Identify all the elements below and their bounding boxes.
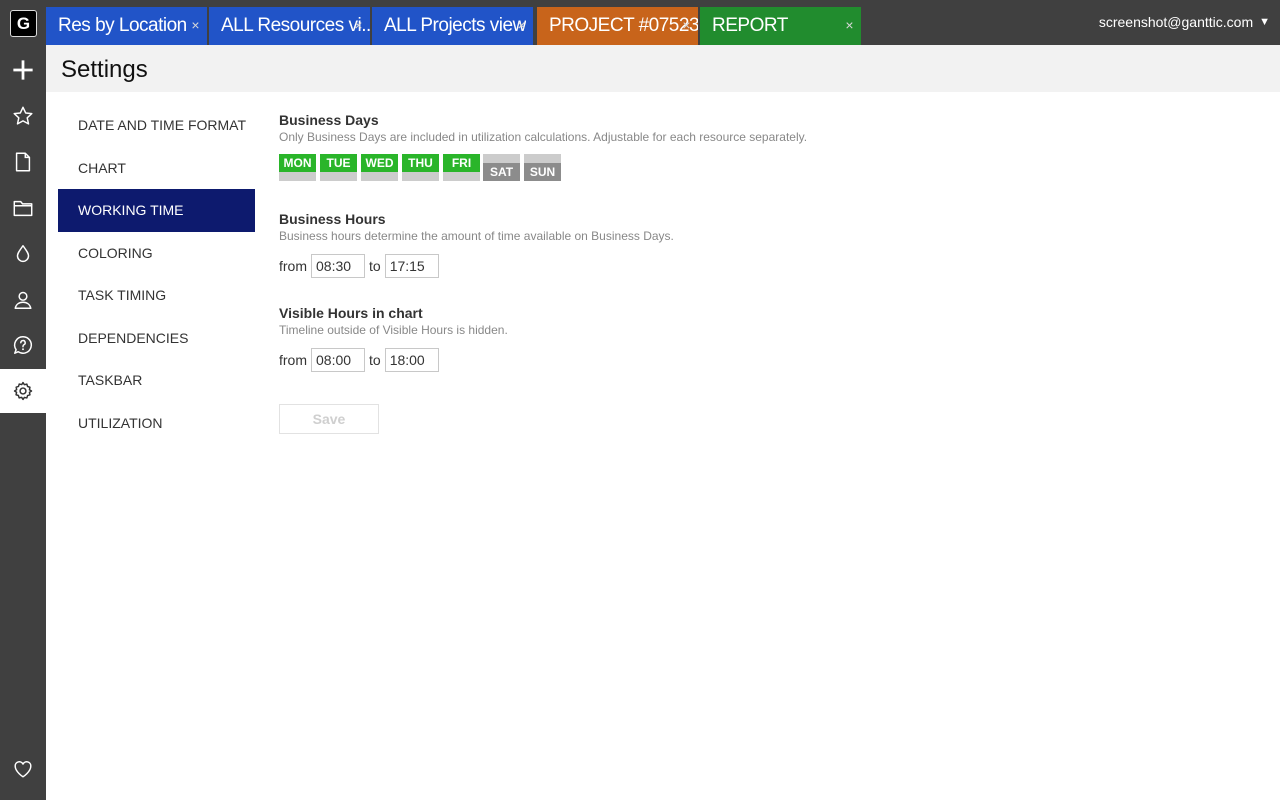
documents-button[interactable] [0,140,46,184]
tab-report[interactable]: REPORT × [700,7,861,45]
tab-label: ALL Resources vi... [221,15,370,36]
side-rail: G [0,0,46,800]
to-label: to [369,352,381,368]
day-toggle-sun[interactable]: SUN [524,154,561,181]
business-hours-range: from to [279,254,439,278]
business-hours-to-input[interactable] [384,254,439,278]
close-icon[interactable]: × [517,17,525,33]
from-label: from [279,258,307,274]
day-label: SUN [524,163,561,181]
section-description: Timeline outside of Visible Hours is hid… [279,323,508,337]
section-title: Business Hours [279,211,386,227]
section-description: Only Business Days are included in utili… [279,130,808,144]
tab-bar: Res by Location × ALL Resources vi... × … [46,0,1280,45]
to-label: to [369,258,381,274]
page-header: Settings [46,45,1280,92]
day-toggle-thu[interactable]: THU [402,154,439,181]
day-label: FRI [443,154,480,172]
day-toggle-sat[interactable]: SAT [483,154,520,181]
day-toggle-fri[interactable]: FRI [443,154,480,181]
close-icon[interactable]: × [845,17,853,33]
nav-item-taskbar[interactable]: TASKBAR [58,359,255,402]
tab-all-resources[interactable]: ALL Resources vi... × [209,7,370,45]
folder-icon [13,200,33,217]
tab-label: ALL Projects view [384,15,526,36]
resources-button[interactable] [0,278,46,322]
visible-hours-from-input[interactable] [311,348,365,372]
day-label: THU [402,154,439,172]
section-description: Business hours determine the amount of t… [279,229,674,243]
business-hours-from-input[interactable] [311,254,365,278]
help-button[interactable] [0,323,46,367]
nav-item-dependencies[interactable]: DEPENDENCIES [58,317,255,360]
from-label: from [279,352,307,368]
nav-item-task-timing[interactable]: TASK TIMING [58,274,255,317]
plus-icon [13,60,33,80]
user-email: screenshot@ganttic.com [1098,14,1254,30]
document-icon [15,152,31,172]
section-title: Business Days [279,112,379,128]
visible-hours-range: from to [279,348,439,372]
colors-button[interactable] [0,232,46,276]
nav-item-coloring[interactable]: COLORING [58,232,255,275]
day-label: WED [361,154,398,172]
day-toggle-tue[interactable]: TUE [320,154,357,181]
nav-item-chart[interactable]: CHART [58,147,255,190]
gear-icon [13,381,33,401]
page-title: Settings [61,56,148,83]
user-menu[interactable]: screenshot@ganttic.com ▼ [1099,14,1270,30]
add-button[interactable] [0,48,46,92]
close-icon[interactable]: × [191,17,199,33]
tab-label: PROJECT #07523 [549,15,698,36]
day-toggle-mon[interactable]: MON [279,154,316,181]
app-logo[interactable]: G [10,10,37,37]
business-hours-section: Business Hours Business hours determine … [279,211,674,243]
projects-button[interactable] [0,186,46,230]
help-icon [13,336,33,354]
drop-icon [16,245,30,262]
tab-res-by-location[interactable]: Res by Location × [46,7,207,45]
day-toggle-wed[interactable]: WED [361,154,398,181]
close-icon[interactable]: × [354,17,362,33]
close-icon[interactable]: × [682,17,690,33]
visible-hours-to-input[interactable] [384,348,439,372]
settings-button[interactable] [0,369,46,413]
chevron-down-icon: ▼ [1259,16,1270,28]
day-label: MON [279,154,316,172]
section-title: Visible Hours in chart [279,305,423,321]
user-icon [14,291,32,309]
favorite-button[interactable] [0,747,46,791]
heart-icon [14,761,32,778]
star-icon [13,106,33,125]
business-days-section: Business Days Only Business Days are inc… [279,112,807,144]
nav-item-date-and-time-format[interactable]: DATE AND TIME FORMAT [58,104,255,147]
favorites-button[interactable] [0,94,46,138]
settings-nav: DATE AND TIME FORMAT CHART WORKING TIME … [58,104,255,444]
nav-item-working-time[interactable]: WORKING TIME [58,189,255,232]
nav-item-utilization[interactable]: UTILIZATION [58,402,255,445]
save-button[interactable]: Save [279,404,379,434]
tab-label: Res by Location [58,15,187,36]
tab-project[interactable]: PROJECT #07523 × [537,7,698,45]
tab-label: REPORT [712,15,788,36]
day-label: SAT [483,163,520,181]
visible-hours-section: Visible Hours in chart Timeline outside … [279,305,508,337]
day-label: TUE [320,154,357,172]
tab-all-projects[interactable]: ALL Projects view × [372,7,533,45]
